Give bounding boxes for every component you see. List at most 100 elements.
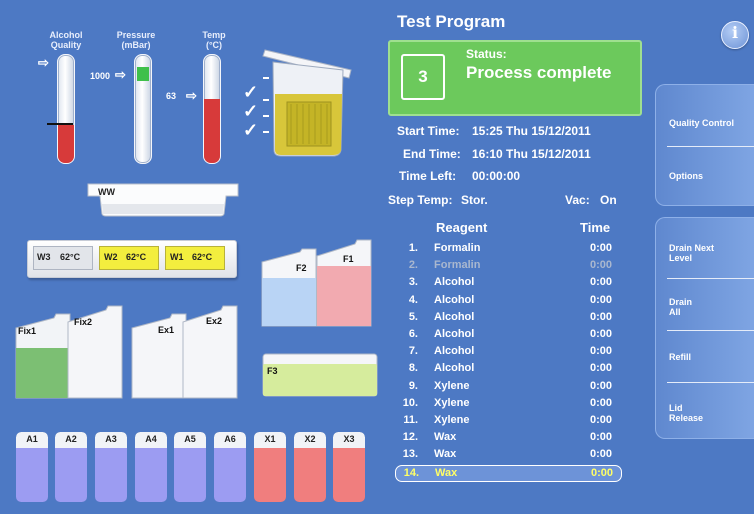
- bottle-a2[interactable]: A2: [55, 432, 87, 502]
- reagent-row[interactable]: 14. Wax 0:00: [395, 465, 622, 482]
- bottle-a1[interactable]: A1: [16, 432, 48, 502]
- drain-all-button[interactable]: Drain All: [669, 297, 699, 317]
- bottle-a3-label: A3: [105, 434, 117, 444]
- reagent-row[interactable]: 3. Alcohol 0:00: [388, 275, 620, 290]
- side-divider: [667, 146, 754, 147]
- reagent-row[interactable]: 9. Xylene 0:00: [388, 379, 620, 394]
- time-left-label: Time Left:: [399, 169, 457, 183]
- level-check-icon: ✓: [243, 101, 259, 121]
- reagent-row[interactable]: 7. Alcohol 0:00: [388, 344, 620, 359]
- pressure-fill: [137, 67, 149, 81]
- end-time-label: End Time:: [403, 147, 461, 161]
- bottle-a4[interactable]: A4: [135, 432, 167, 502]
- reagent-time: 0:00: [589, 448, 612, 460]
- reagent-step-number: 13.: [402, 448, 418, 460]
- bottle-fix2-label: Fix2: [74, 317, 93, 327]
- bottle-ex1-label: Ex1: [158, 325, 175, 335]
- temperature-fill: [204, 99, 220, 163]
- temperature-arrow-icon: ⇨: [186, 88, 197, 103]
- bottle-ex2-label: Ex2: [206, 316, 223, 326]
- bottle-x2[interactable]: X2: [294, 432, 326, 502]
- reagent-time: 0:00: [589, 345, 612, 357]
- reagent-name: Wax: [434, 448, 457, 460]
- bottle-x2-label: X2: [304, 434, 316, 444]
- step-number-box: 3: [401, 54, 445, 100]
- reagent-step-number: 1.: [408, 242, 418, 254]
- retort-chamber-icon: [262, 49, 352, 157]
- reagent-row[interactable]: 2. Formalin 0:00: [388, 258, 620, 273]
- bottle-x1[interactable]: X1: [254, 432, 286, 502]
- bottle-x3[interactable]: X3: [333, 432, 365, 502]
- pressure-gauge: [134, 54, 152, 164]
- ww-label: WW: [98, 187, 115, 197]
- bottle-f1-label: F1: [343, 254, 354, 264]
- bottle-f1[interactable]: [315, 238, 375, 328]
- bottle-a6[interactable]: A6: [214, 432, 246, 502]
- alcohol-quality-fill: [58, 125, 74, 163]
- level-check-icon: ✓: [243, 82, 259, 102]
- reagent-name: Alcohol: [434, 276, 475, 288]
- reagent-step-number: 4.: [408, 294, 418, 306]
- reagent-name: Xylene: [434, 414, 470, 426]
- wax-bath-w3-name: W3: [37, 252, 51, 262]
- reagent-time: 0:00: [589, 414, 612, 426]
- reagent-time: 0:00: [590, 467, 613, 479]
- quality-control-button[interactable]: Quality Control: [669, 118, 739, 128]
- temperature-value: 63: [166, 91, 177, 101]
- reagent-time: 0:00: [589, 259, 612, 271]
- bottle-a3[interactable]: A3: [95, 432, 127, 502]
- side-divider: [667, 330, 754, 331]
- reagent-name: Formalin: [434, 259, 481, 271]
- vac-label: Vac:: [565, 193, 590, 207]
- reagent-row[interactable]: 1. Formalin 0:00: [388, 241, 620, 256]
- bottle-a2-label: A2: [65, 434, 77, 444]
- reagent-name: Formalin: [434, 242, 481, 254]
- reagent-step-number: 3.: [408, 276, 418, 288]
- drain-next-level-button[interactable]: Drain Next Level: [669, 243, 739, 263]
- wax-bath-w2-temp: 62°C: [126, 252, 147, 262]
- reagent-time: 0:00: [589, 276, 612, 288]
- reagent-name: Alcohol: [434, 294, 475, 306]
- reagent-name: Wax: [435, 467, 458, 479]
- bottle-f3-label: F3: [267, 366, 278, 376]
- reagent-row[interactable]: 5. Alcohol 0:00: [388, 310, 620, 325]
- pressure-label: Pressure (mBar): [116, 30, 156, 50]
- temperature-gauge: [203, 54, 221, 164]
- options-button[interactable]: Options: [669, 171, 739, 181]
- wax-bath-w1-name: W1: [170, 252, 184, 262]
- bottle-x3-label: X3: [343, 434, 355, 444]
- wax-bath-w1-temp: 62°C: [192, 252, 213, 262]
- reagent-row[interactable]: 8. Alcohol 0:00: [388, 361, 620, 376]
- side-divider: [667, 278, 754, 279]
- status-label: Status:: [466, 47, 507, 61]
- step-temp-value: Stor.: [461, 193, 488, 207]
- reagent-row[interactable]: 11. Xylene 0:00: [388, 413, 620, 428]
- reagent-row[interactable]: 13. Wax 0:00: [388, 447, 620, 462]
- reagent-name: Alcohol: [434, 345, 475, 357]
- reagent-row[interactable]: 12. Wax 0:00: [388, 430, 620, 445]
- reagent-time: 0:00: [589, 431, 612, 443]
- reagent-row[interactable]: 6. Alcohol 0:00: [388, 327, 620, 342]
- time-left-value: 00:00:00: [472, 169, 521, 183]
- reagent-step-number: 9.: [408, 380, 418, 392]
- alcohol-quality-marker: [47, 123, 73, 125]
- bottle-f2[interactable]: [260, 248, 320, 328]
- bottle-fix1-label: Fix1: [18, 326, 37, 336]
- refill-button[interactable]: Refill: [669, 352, 739, 362]
- reagent-step-number: 10.: [402, 397, 418, 409]
- reagent-row[interactable]: 10. Xylene 0:00: [388, 396, 620, 411]
- reagent-step-number: 7.: [408, 345, 418, 357]
- alcohol-quality-gauge: [57, 54, 75, 164]
- reagent-step-number: 12.: [402, 431, 418, 443]
- lid-release-button[interactable]: Lid Release: [669, 403, 709, 423]
- bottle-x1-label: X1: [264, 434, 276, 444]
- bottle-a6-label: A6: [224, 434, 236, 444]
- bottle-a5[interactable]: A5: [174, 432, 206, 502]
- bottle-a4-label: A4: [145, 434, 157, 444]
- side-panel-top: [655, 84, 754, 206]
- bottle-f3[interactable]: [262, 352, 378, 398]
- reagent-step-number: 6.: [408, 328, 418, 340]
- reagent-row[interactable]: 4. Alcohol 0:00: [388, 293, 620, 308]
- side-divider: [667, 382, 754, 383]
- program-title: Test Program: [397, 12, 506, 31]
